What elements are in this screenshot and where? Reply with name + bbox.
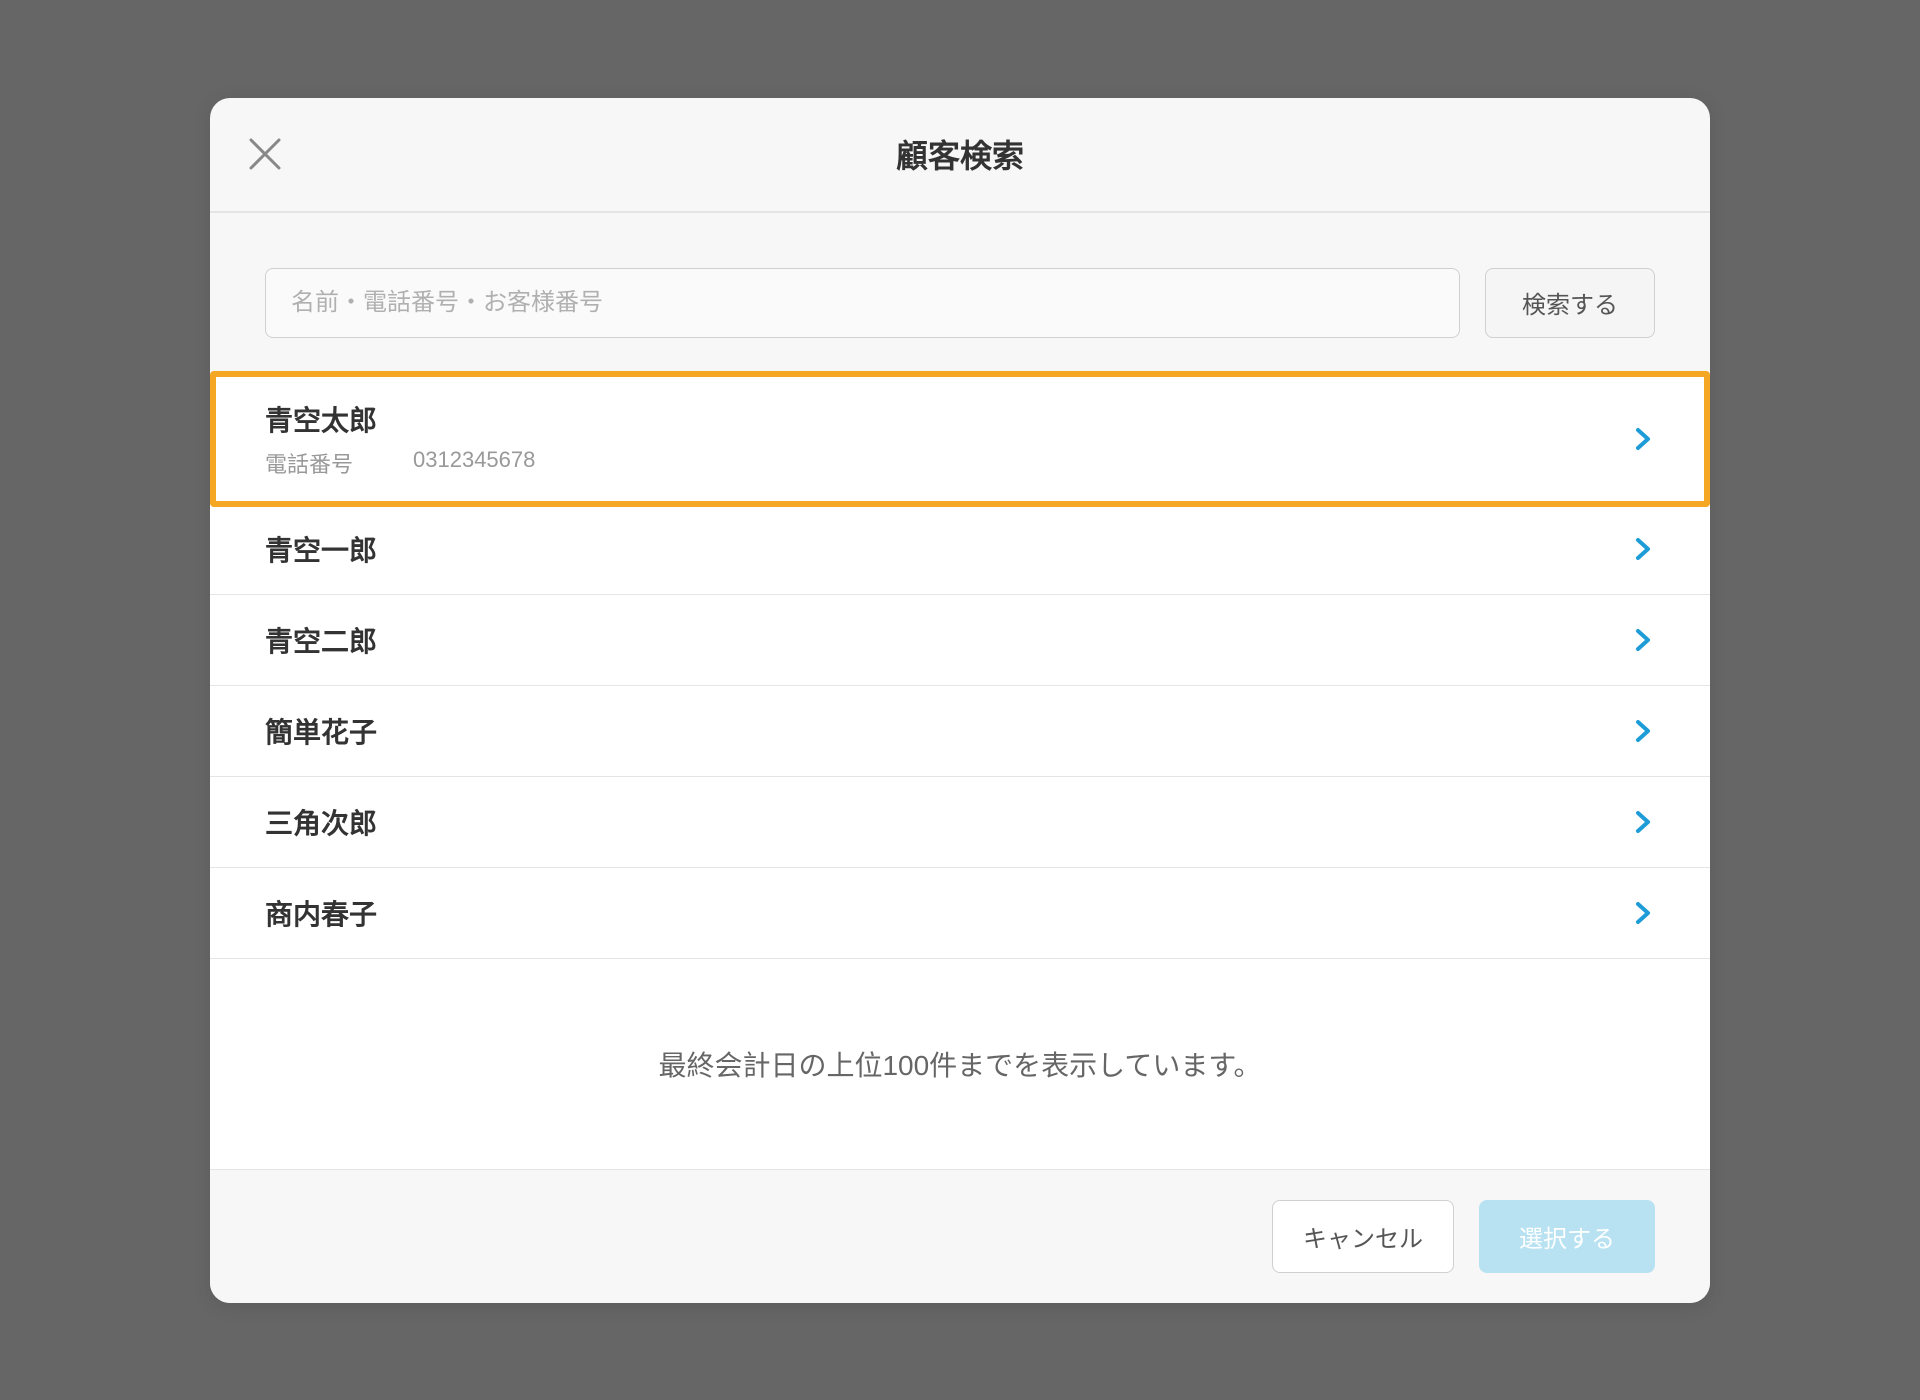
info-message: 最終会計日の上位100件までを表示しています。 [210, 959, 1710, 1170]
chevron-right-icon [1631, 628, 1655, 652]
customer-result-item[interactable]: 簡単花子 [210, 686, 1710, 777]
modal-title: 顧客検索 [896, 131, 1024, 177]
customer-name: 青空太郎 [265, 399, 535, 439]
modal-header: 顧客検索 [210, 98, 1710, 213]
search-button[interactable]: 検索する [1485, 268, 1655, 338]
select-button[interactable]: 選択する [1479, 1200, 1655, 1273]
customer-result-item[interactable]: 青空一郎 [210, 504, 1710, 595]
chevron-right-icon [1631, 427, 1655, 451]
customer-detail: 電話番号 0312345678 [265, 447, 535, 479]
chevron-right-icon [1631, 719, 1655, 743]
chevron-right-icon [1631, 537, 1655, 561]
phone-value: 0312345678 [413, 447, 535, 479]
result-content: 三角次郎 [265, 802, 377, 842]
close-icon[interactable] [245, 134, 285, 174]
chevron-right-icon [1631, 810, 1655, 834]
result-content: 青空一郎 [265, 529, 377, 569]
customer-search-modal: 顧客検索 検索する 青空太郎 電話番号 0312345678 青空一郎 [210, 98, 1710, 1303]
customer-name: 青空一郎 [265, 529, 377, 569]
chevron-right-icon [1631, 901, 1655, 925]
customer-name: 三角次郎 [265, 802, 377, 842]
modal-footer: キャンセル 選択する [210, 1170, 1710, 1303]
customer-name: 青空二郎 [265, 620, 377, 660]
result-content: 青空太郎 電話番号 0312345678 [265, 399, 535, 479]
customer-result-item[interactable]: 青空二郎 [210, 595, 1710, 686]
cancel-button[interactable]: キャンセル [1272, 1200, 1454, 1273]
customer-result-item[interactable]: 青空太郎 電話番号 0312345678 [210, 371, 1710, 507]
customer-name: 商内春子 [265, 893, 377, 933]
search-section: 検索する [210, 213, 1710, 338]
phone-label: 電話番号 [265, 447, 353, 479]
customer-result-item[interactable]: 三角次郎 [210, 777, 1710, 868]
result-content: 商内春子 [265, 893, 377, 933]
customer-name: 簡単花子 [265, 711, 377, 751]
customer-result-item[interactable]: 商内春子 [210, 868, 1710, 959]
result-content: 簡単花子 [265, 711, 377, 751]
result-content: 青空二郎 [265, 620, 377, 660]
search-input[interactable] [265, 268, 1460, 338]
results-list: 青空太郎 電話番号 0312345678 青空一郎 [210, 373, 1710, 1170]
